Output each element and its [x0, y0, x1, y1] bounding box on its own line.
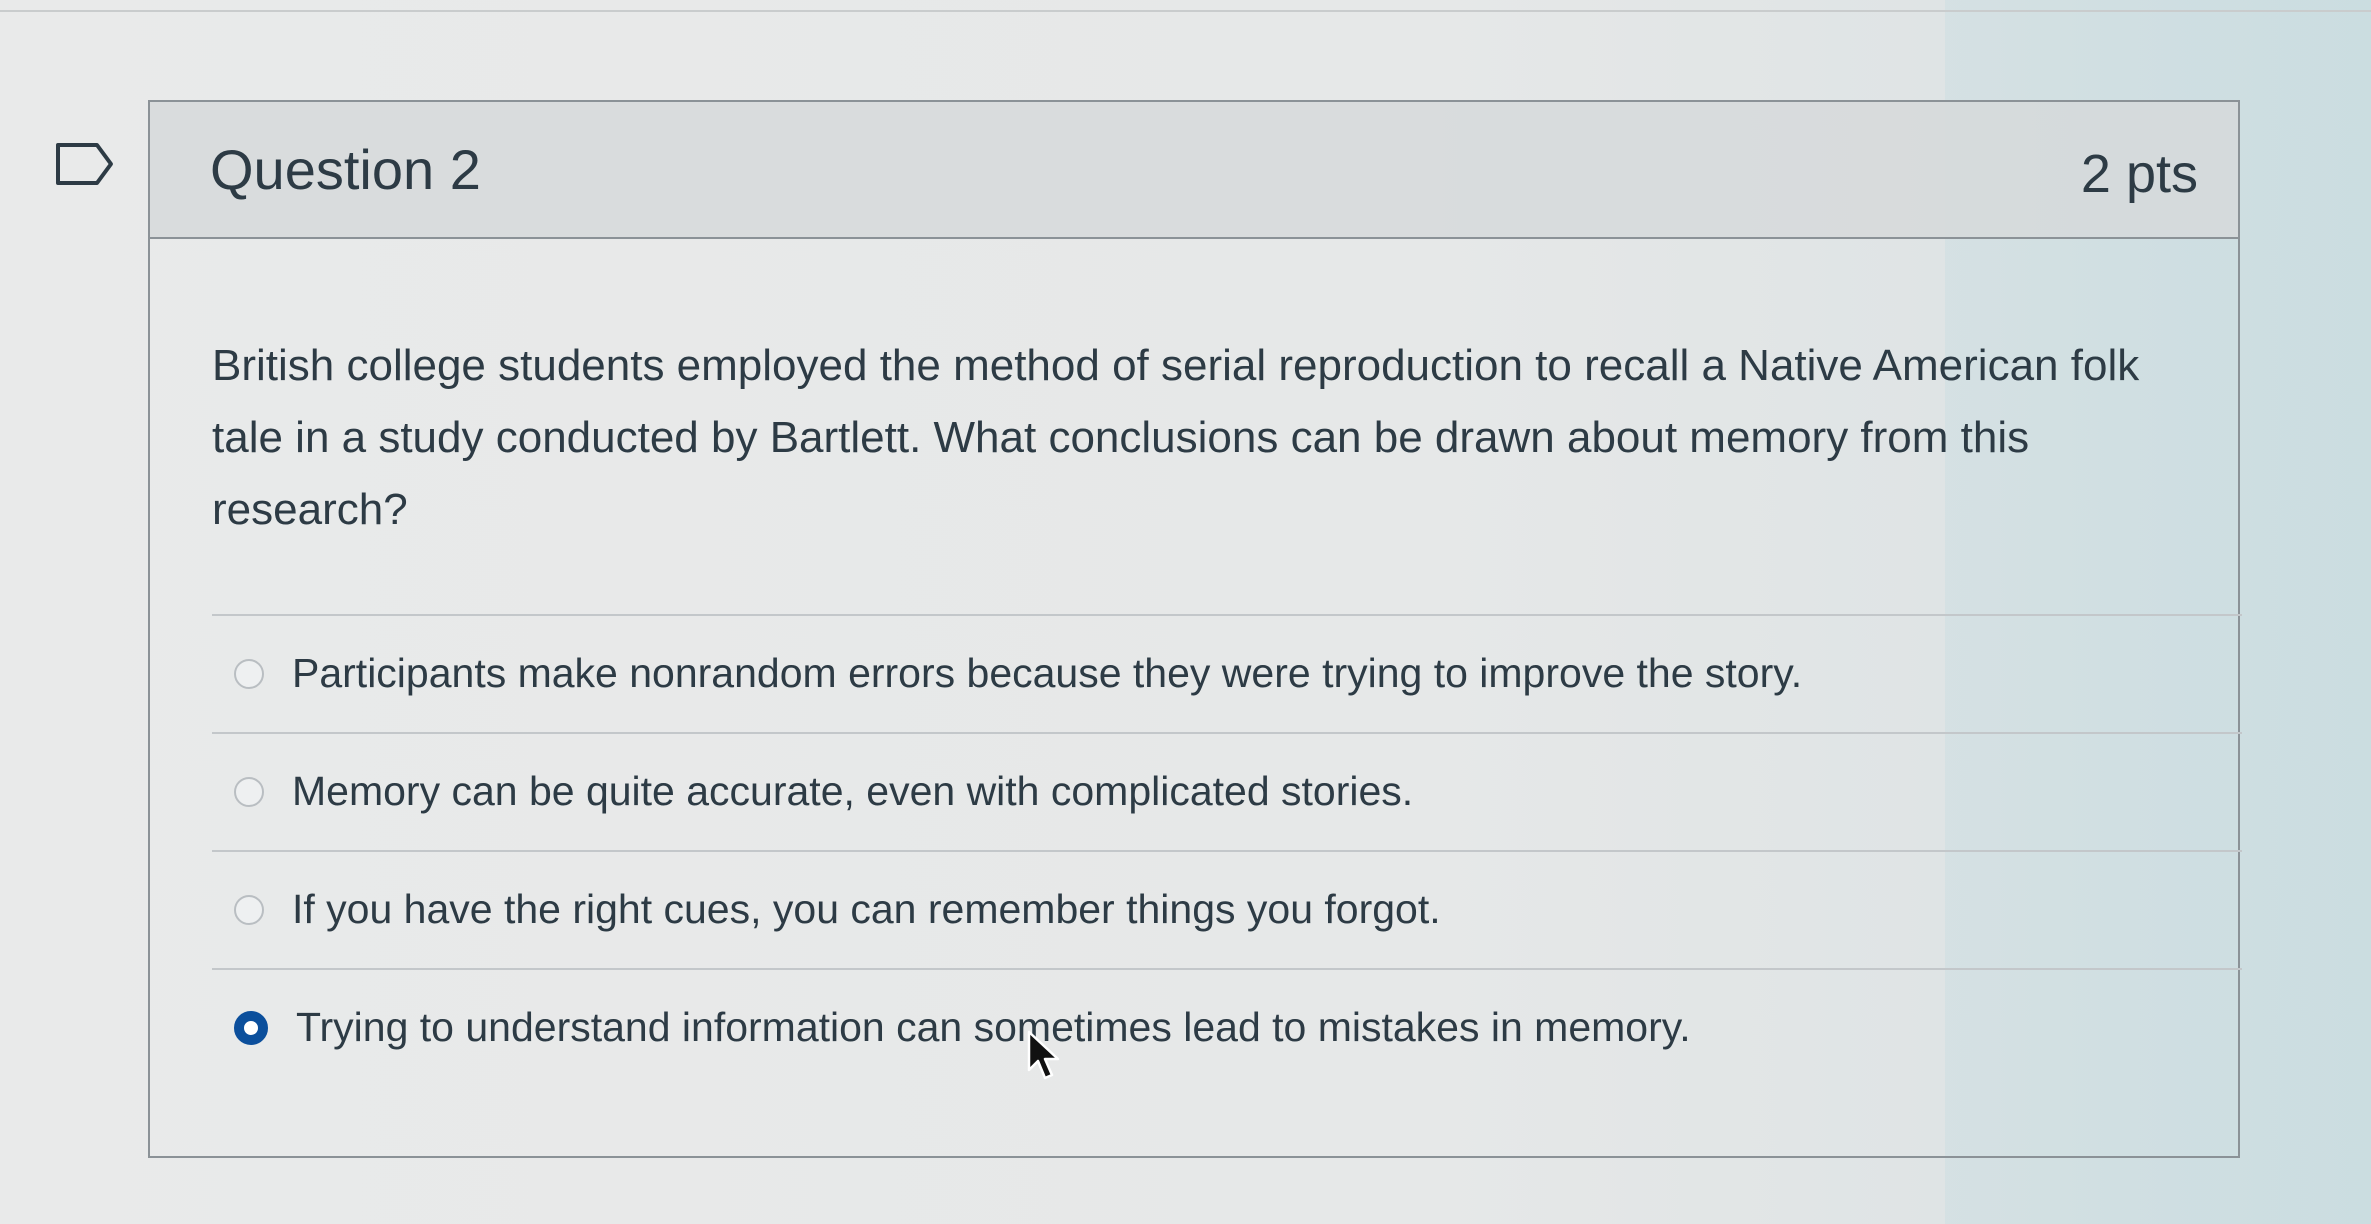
- answer-label[interactable]: Memory can be quite accurate, even with …: [292, 767, 1413, 816]
- mouse-pointer-icon: [1027, 1030, 1060, 1080]
- bookmark-flag-icon[interactable]: [55, 142, 115, 186]
- answer-label[interactable]: If you have the right cues, you can reme…: [292, 885, 1441, 934]
- question-header: Question 2 2 pts: [150, 102, 2238, 239]
- radio-button-selected[interactable]: [234, 1011, 268, 1045]
- answer-list: Participants make nonrandom errors becau…: [212, 614, 2242, 1086]
- answer-label[interactable]: Trying to understand information can som…: [296, 1003, 1691, 1052]
- question-card: Question 2 2 pts British college student…: [148, 100, 2242, 1158]
- answer-option[interactable]: Memory can be quite accurate, even with …: [212, 732, 2242, 850]
- answer-option[interactable]: If you have the right cues, you can reme…: [212, 850, 2242, 968]
- question-text: British college students employed the me…: [212, 341, 2140, 534]
- question-title: Question 2: [210, 138, 481, 201]
- top-divider: [0, 10, 2371, 12]
- answer-option[interactable]: Trying to understand information can som…: [212, 968, 2242, 1086]
- answer-option[interactable]: Participants make nonrandom errors becau…: [212, 614, 2242, 732]
- answer-label[interactable]: Participants make nonrandom errors becau…: [292, 649, 1802, 698]
- radio-button[interactable]: [234, 895, 264, 925]
- radio-button[interactable]: [234, 659, 264, 689]
- radio-button[interactable]: [234, 777, 264, 807]
- question-points: 2 pts: [2080, 144, 2198, 204]
